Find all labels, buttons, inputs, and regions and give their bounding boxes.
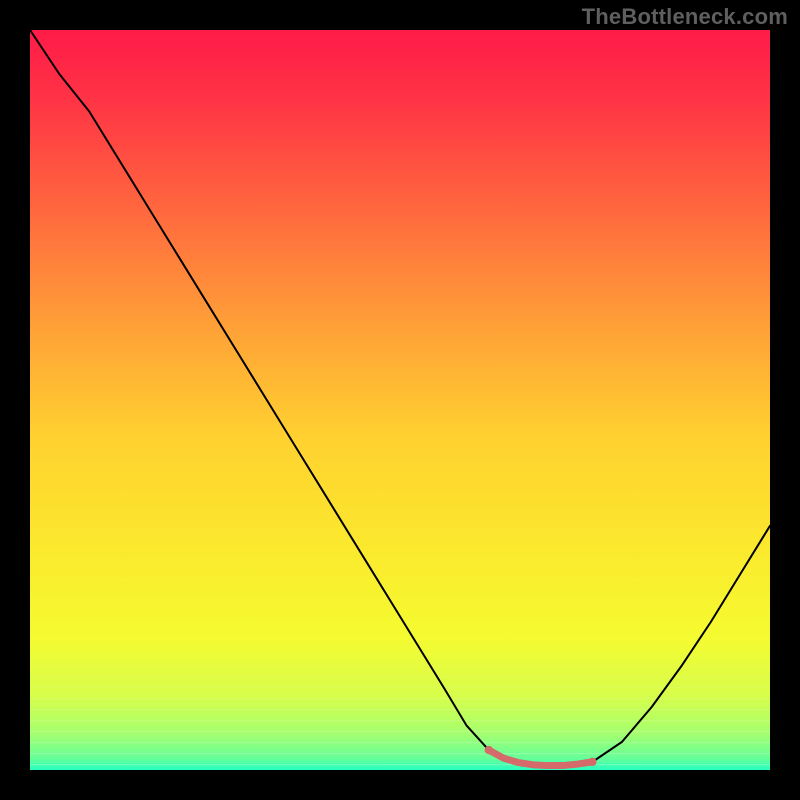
glow-band bbox=[30, 676, 770, 677]
glow-band bbox=[30, 753, 770, 754]
glow-band bbox=[30, 731, 770, 732]
chart-svg bbox=[30, 30, 770, 770]
highlight-endpoint bbox=[588, 758, 596, 766]
glow-band bbox=[30, 742, 770, 743]
plot-area bbox=[30, 30, 770, 770]
glow-band bbox=[30, 709, 770, 710]
glow-band bbox=[30, 687, 770, 688]
highlight-endpoint bbox=[485, 746, 493, 754]
watermark-text: TheBottleneck.com bbox=[582, 4, 788, 30]
glow-band bbox=[30, 720, 770, 721]
chart-container: TheBottleneck.com bbox=[0, 0, 800, 800]
glow-band bbox=[30, 764, 770, 765]
gradient-background bbox=[30, 30, 770, 770]
glow-band bbox=[30, 665, 770, 666]
